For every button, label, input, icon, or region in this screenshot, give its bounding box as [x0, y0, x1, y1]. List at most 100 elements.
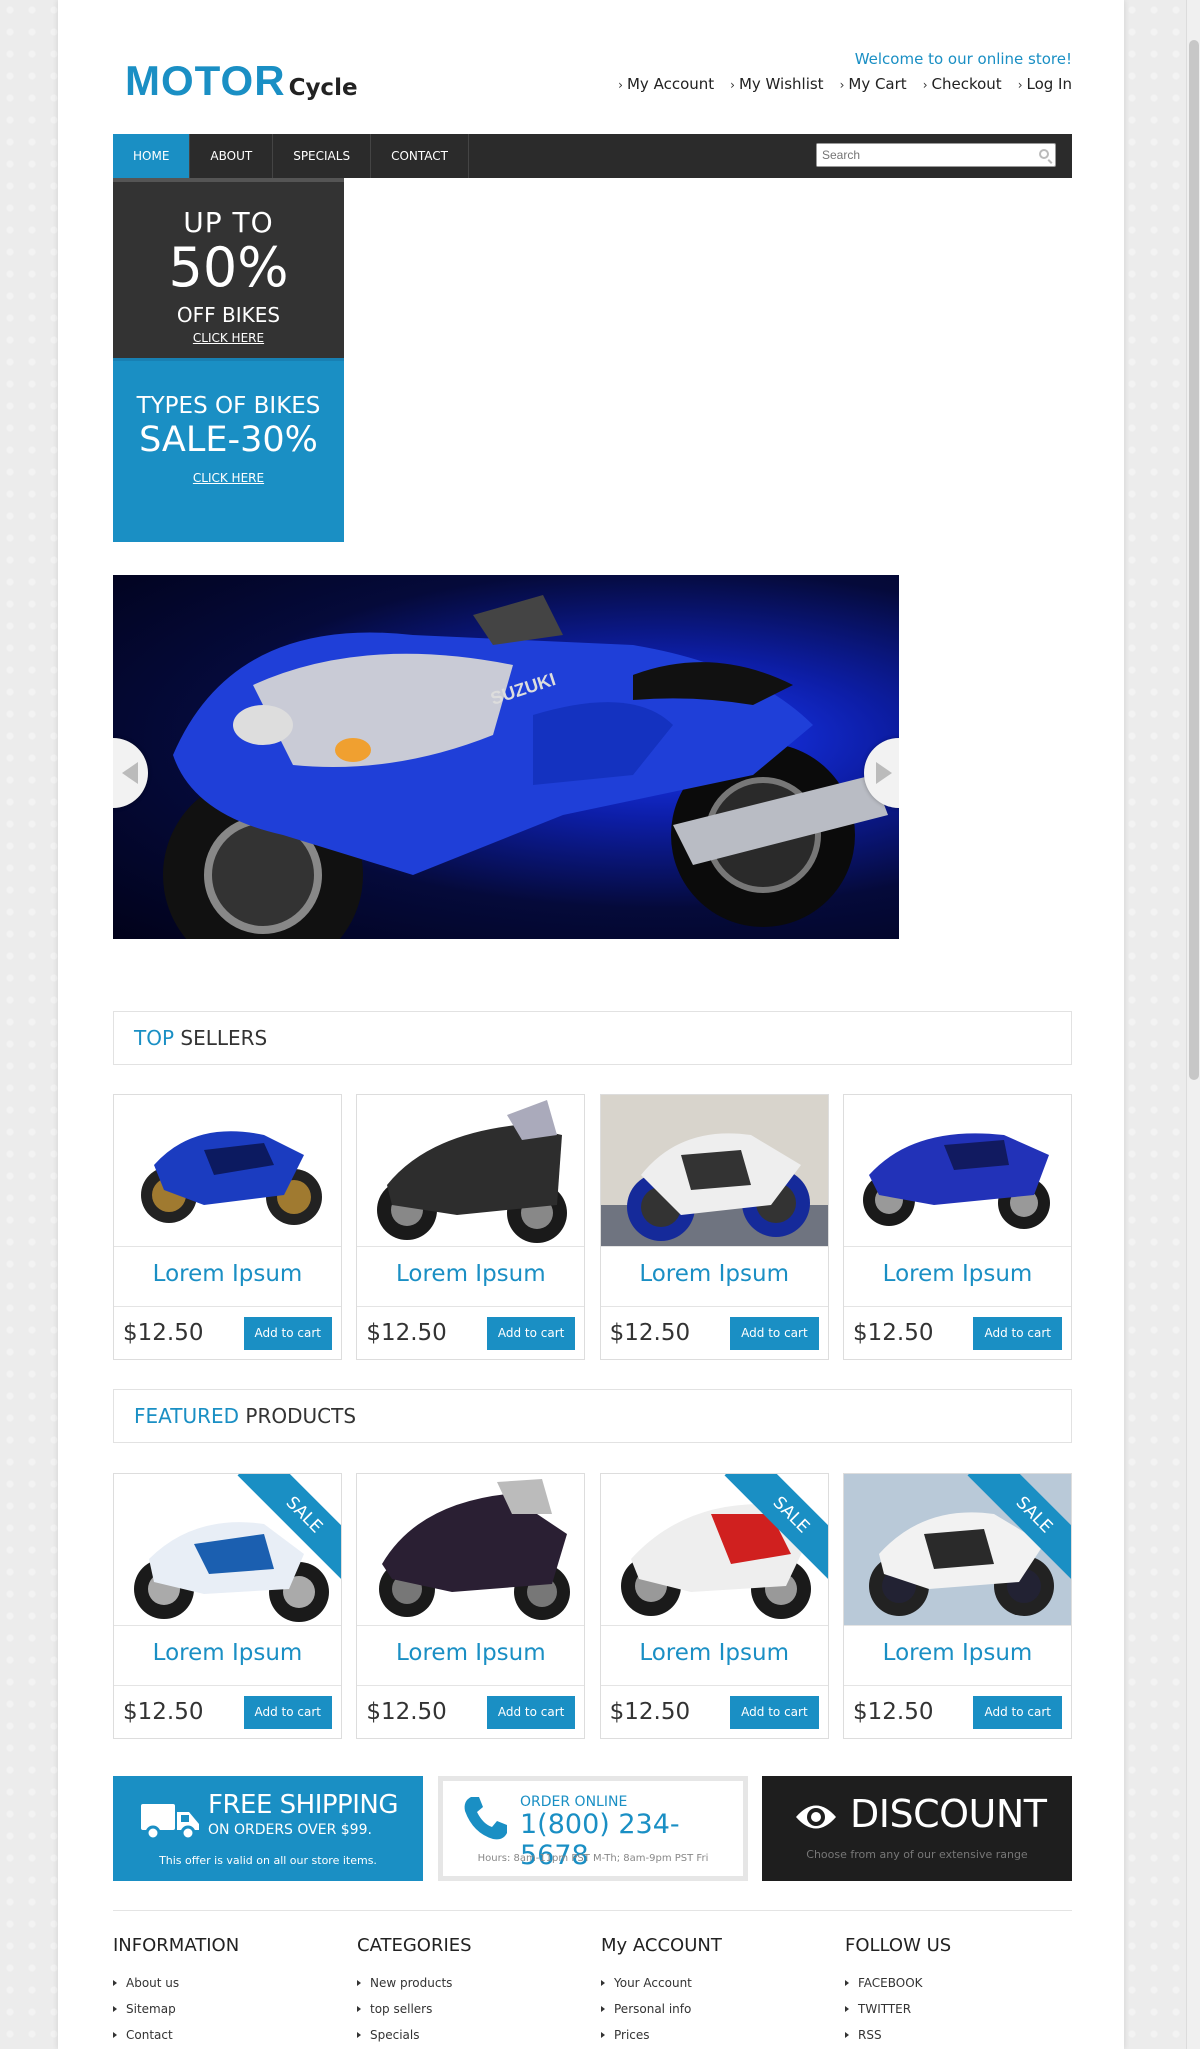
motorcycle-image: SUZUKI — [163, 595, 888, 939]
promo-click-here-link[interactable]: CLICK HERE — [113, 331, 344, 345]
order-online-banner[interactable]: ORDER ONLINE 1(800) 234-5678 Hours: 8am-… — [438, 1776, 748, 1881]
product-name[interactable]: Lorem Ipsum — [843, 1626, 1071, 1686]
free-shipping-title: FREE SHIPPING — [208, 1790, 399, 1820]
footer-column-title: CATEGORIES — [357, 1935, 472, 1956]
welcome-message: Welcome to our online store! — [854, 50, 1072, 68]
hero-slider[interactable]: SUZUKI — [113, 575, 899, 939]
product-name[interactable]: Lorem Ipsum — [600, 1247, 828, 1307]
footer-link[interactable]: top sellers — [357, 1996, 587, 2022]
add-to-cart-button[interactable]: Add to cart — [973, 1695, 1062, 1729]
product-image[interactable] — [843, 1095, 1071, 1247]
site-logo[interactable]: MOTOR Cycle — [125, 58, 358, 102]
product-card: Lorem Ipsum $12.50 Add to cart — [356, 1094, 586, 1360]
footer-link[interactable]: New products — [357, 1970, 587, 1996]
chevron-right-icon: › — [839, 78, 845, 92]
free-shipping-banner[interactable]: FREE SHIPPING ON ORDERS OVER $99. This o… — [113, 1776, 423, 1881]
log-in-link[interactable]: › Log In — [1018, 75, 1072, 93]
top-sellers-title: TOP SELLERS — [113, 1011, 1072, 1065]
promo-off-bikes: OFF BIKES — [176, 303, 281, 327]
featured-products-title: FEATURED PRODUCTS — [113, 1389, 1072, 1443]
promo-sale-percent: SALE-30% — [139, 420, 318, 460]
my-cart-link[interactable]: › My Cart — [840, 75, 907, 93]
discount-note: Choose from any of our extensive range — [806, 1848, 1028, 1861]
footer-link[interactable]: About us — [113, 1970, 343, 1996]
my-account-link[interactable]: › My Account — [618, 75, 714, 93]
footer-column-follow-us: FOLLOW US FACEBOOK TWITTER RSS — [845, 1935, 1075, 2048]
product-price: $12.50 — [123, 1320, 204, 1346]
truck-icon — [141, 1804, 199, 1841]
product-price: $12.50 — [123, 1699, 204, 1725]
my-wishlist-link[interactable]: › My Wishlist — [730, 75, 823, 93]
product-price: $12.50 — [852, 1699, 934, 1725]
discount-banner[interactable]: DISCOUNT Choose from any of our extensiv… — [762, 1776, 1072, 1881]
chevron-right-icon: › — [1017, 78, 1023, 92]
footer-link[interactable]: Your Account — [601, 1970, 831, 1996]
promo-up-to: UP TO — [183, 206, 274, 239]
footer-link-facebook[interactable]: FACEBOOK — [845, 1970, 1075, 1996]
product-image[interactable]: SALE — [114, 1474, 341, 1626]
footer-link-twitter[interactable]: TWITTER — [845, 1996, 1075, 2022]
product-price: $12.50 — [366, 1320, 447, 1346]
footer-column-categories: CATEGORIES New products top sellers Spec… — [357, 1935, 587, 2048]
product-image[interactable] — [114, 1095, 341, 1247]
promo-percent: 50% — [168, 236, 289, 299]
product-name[interactable]: Lorem Ipsum — [843, 1247, 1071, 1307]
footer-link[interactable]: Specials — [357, 2022, 587, 2048]
search-input[interactable] — [817, 144, 1017, 166]
chevron-right-icon: › — [618, 78, 623, 92]
logo-sub-text: Cycle — [288, 75, 358, 101]
add-to-cart-button[interactable]: Add to cart — [486, 1695, 576, 1729]
nav-specials[interactable]: SPECIALS — [273, 134, 372, 178]
chevron-right-icon: › — [730, 78, 735, 92]
add-to-cart-button[interactable]: Add to cart — [973, 1316, 1062, 1350]
product-image[interactable] — [357, 1095, 585, 1247]
footer-column-information: INFORMATION About us Sitemap Contact — [113, 1935, 343, 2048]
promo-banner-types: TYPES OF BIKES SALE-30% CLICK HERE — [113, 358, 344, 542]
footer-link[interactable]: Personal info — [601, 1996, 831, 2022]
product-image[interactable] — [357, 1474, 585, 1626]
scrollbar-thumb[interactable] — [1189, 40, 1199, 1080]
free-shipping-subtitle: ON ORDERS OVER $99. — [208, 1822, 372, 1838]
search-icon[interactable] — [1039, 149, 1049, 159]
product-name[interactable]: Lorem Ipsum — [357, 1626, 585, 1686]
product-image[interactable]: SALE — [843, 1474, 1071, 1626]
product-name[interactable]: Lorem Ipsum — [114, 1247, 341, 1307]
footer-column-title: INFORMATION — [113, 1935, 240, 1956]
product-card: Lorem Ipsum $12.50 Add to cart — [113, 1094, 342, 1360]
footer-link[interactable]: Contact — [113, 2022, 343, 2048]
product-name[interactable]: Lorem Ipsum — [114, 1626, 341, 1686]
nav-contact[interactable]: CONTACT — [371, 134, 469, 178]
footer-column-title: FOLLOW US — [845, 1935, 952, 1956]
checkout-link[interactable]: › Checkout — [923, 75, 1002, 93]
footer-link[interactable]: Sitemap — [113, 1996, 343, 2022]
nav-about[interactable]: ABOUT — [190, 134, 274, 178]
featured-products-grid: SALE Lorem Ipsum $12.50 Add to cart Lore… — [113, 1473, 1072, 1739]
add-to-cart-button[interactable]: Add to cart — [730, 1695, 819, 1729]
vertical-scrollbar[interactable] — [1186, 0, 1200, 2049]
product-image[interactable]: SALE — [600, 1474, 828, 1626]
promo-types-of-bikes: TYPES OF BIKES — [136, 393, 321, 419]
phone-icon — [464, 1797, 507, 1840]
account-links: › My Account › My Wishlist › My Cart › Check… — [618, 75, 1072, 93]
product-price: $12.50 — [366, 1699, 447, 1725]
order-online-title: ORDER ONLINE — [520, 1794, 628, 1810]
page-container: MOTOR Cycle Welcome to our online store!… — [58, 0, 1124, 2049]
product-price: $12.50 — [852, 1320, 934, 1346]
order-hours: Hours: 8am-11pm PST M-Th; 8am-9pm PST Fr… — [477, 1853, 709, 1864]
product-name[interactable]: Lorem Ipsum — [600, 1626, 828, 1686]
discount-title: DISCOUNT — [850, 1792, 1047, 1836]
footer-link[interactable]: Prices — [601, 2022, 831, 2048]
footer-column-my-account: My ACCOUNT Your Account Personal info Pr… — [601, 1935, 831, 2048]
product-name[interactable]: Lorem Ipsum — [357, 1247, 585, 1307]
footer-link-rss[interactable]: RSS — [845, 2022, 1075, 2048]
product-card: SALE Lorem Ipsum $12.50 Add to cart — [599, 1473, 829, 1739]
chevron-right-icon: › — [922, 78, 928, 92]
add-to-cart-button[interactable]: Add to cart — [730, 1316, 819, 1350]
add-to-cart-button[interactable]: Add to cart — [243, 1316, 332, 1350]
promo-click-here-link[interactable]: CLICK HERE — [113, 471, 344, 485]
add-to-cart-button[interactable]: Add to cart — [486, 1316, 576, 1350]
footer-column-title: My ACCOUNT — [601, 1935, 722, 1956]
add-to-cart-button[interactable]: Add to cart — [243, 1695, 332, 1729]
nav-home[interactable]: HOME — [113, 134, 191, 178]
product-image[interactable] — [600, 1095, 828, 1247]
